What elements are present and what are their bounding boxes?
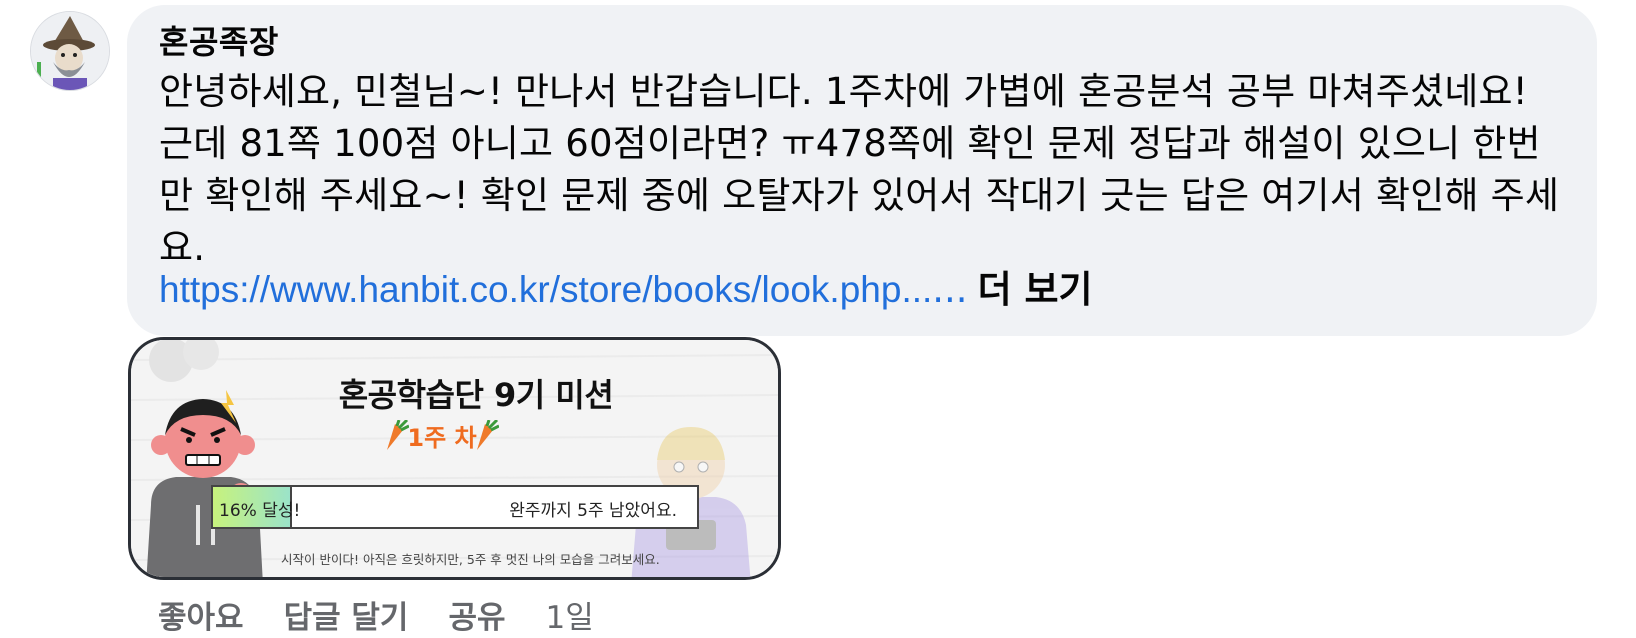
carrot-icon [477,420,499,450]
week-label: 1주 차 [407,424,477,452]
attachment-image[interactable]: 혼공학습단 9기 미션 1주 차 16% 달성! 완주까지 5주 남았어요. 시… [128,337,781,580]
comment-text: 안녕하세요, 민철님~! 만나서 반갑습니다. 1주차에 가볍에 혼공분석 공부… [159,70,1560,269]
mission-title: 혼공학습단 9기 미션 [338,376,614,414]
comment-timestamp[interactable]: 1일 [545,600,593,636]
hanbit-link[interactable]: https://www.hanbit.co.kr/store/books/loo… [159,269,932,310]
like-button[interactable]: 좋아요 [158,600,244,636]
reply-button[interactable]: 답글 달기 [284,600,409,636]
progress-label: 16% 달성! [219,501,301,521]
remaining-weeks-text: 완주까지 5주 남았어요. [509,501,677,521]
share-button[interactable]: 공유 [448,600,505,636]
week-label-row: 1주 차 [381,418,581,454]
carrot-icon [387,420,409,450]
comment-actions: 좋아요 답글 달기 공유 1일 [158,598,634,638]
comment-author-name[interactable]: 혼공족장 [159,22,279,62]
angry-character-illustration [146,390,263,577]
link-ellipsis: ... [932,268,968,311]
author-avatar[interactable] [30,11,110,91]
mission-progress-bar: 16% 달성! 완주까지 5주 남았어요. [211,485,699,529]
mission-tagline: 시작이 반이다! 아직은 흐릿하지만, 5주 후 멋진 나의 모습을 그려보세요… [281,552,660,567]
wizard-avatar-icon [31,12,109,90]
see-more-button[interactable]: 더 보기 [978,268,1093,311]
comment-link-line: https://www.hanbit.co.kr/store/books/loo… [159,265,1093,315]
